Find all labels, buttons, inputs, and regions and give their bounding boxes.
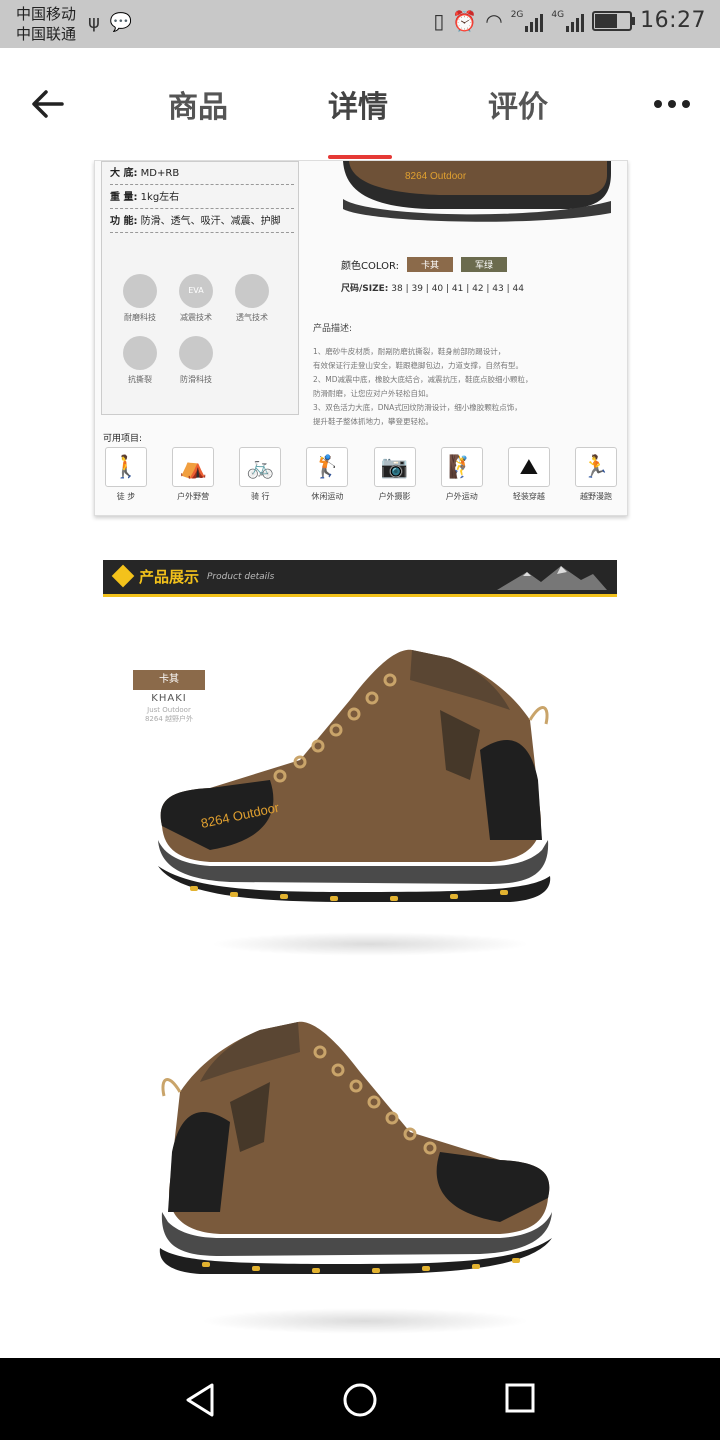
climb-icon: 🧗 xyxy=(440,447,483,487)
tab-details[interactable]: 详情 xyxy=(328,82,388,126)
shoe-shadow-2 xyxy=(200,1308,530,1334)
system-nav-bar xyxy=(0,1358,720,1440)
activity-leisure: 🏌 休闲运动 xyxy=(304,447,350,502)
spec-row-function: 功 能: 防滑、透气、吸汗、减震、护脚 xyxy=(110,212,294,233)
top-nav: 商品 详情 评价 xyxy=(0,48,720,160)
anti-slip-icon xyxy=(179,336,213,370)
status-bar: 中国移动 中国联通 ψ 💬 ▯ ⏰ ◠ 2G 4G 16:27 xyxy=(0,0,720,48)
mountain-icon xyxy=(497,566,607,590)
use-label: 可用项目: xyxy=(103,434,143,444)
nav-home-icon[interactable] xyxy=(342,1382,378,1418)
shoe-shadow-1 xyxy=(210,932,530,956)
feature-shock: EVA 减震技术 xyxy=(172,274,220,323)
vibrate-icon: ▯ xyxy=(433,8,445,33)
battery-icon xyxy=(592,10,636,31)
eva-icon: EVA xyxy=(179,274,213,308)
hiking-icon: 🚶 xyxy=(105,447,147,487)
message-icon: 💬 xyxy=(109,12,133,33)
signal-2g-icon: 2G xyxy=(511,10,544,32)
activity-trailrun: 🏃 越野漫跑 xyxy=(573,447,619,502)
usb-icon: ψ xyxy=(88,12,100,33)
more-icon[interactable] xyxy=(654,100,690,108)
bike-icon: 🚲 xyxy=(239,447,282,487)
banner-subtitle: Product details xyxy=(207,572,275,582)
activity-crossing: ⛰ 轻装穿越 xyxy=(506,447,552,502)
nav-back-icon[interactable] xyxy=(182,1382,218,1418)
wear-resist-icon xyxy=(123,274,157,308)
activity-cycling: 🚲 骑 行 xyxy=(237,447,283,502)
svg-text:8264 Outdoor: 8264 Outdoor xyxy=(405,171,467,182)
product-display-banner: 产品展示 Product details xyxy=(103,560,617,594)
activity-outdoor: 🧗 户外运动 xyxy=(439,447,485,502)
mountain-climb-icon: ⛰ xyxy=(507,447,550,487)
banner-accent-line xyxy=(103,594,617,597)
spec-row-weight: 重 量: 1kg左右 xyxy=(110,188,294,209)
carrier-1: 中国移动 xyxy=(16,5,77,23)
diamond-logo-icon xyxy=(111,564,135,588)
feature-tear: 抗撕裂 xyxy=(116,336,164,385)
clock: 16:27 xyxy=(640,8,706,33)
golf-icon: 🏌 xyxy=(306,447,349,487)
detail-content[interactable]: 大 底: MD+RB 重 量: 1kg左右 功 能: 防滑、透气、吸汗、减震、护… xyxy=(0,160,720,1358)
product-image-shoe-1: 8264 Outdoor xyxy=(158,649,551,902)
tent-icon: ⛺ xyxy=(172,447,215,487)
camera-icon: 📷 xyxy=(373,447,416,487)
description-title: 产品描述: xyxy=(313,324,353,334)
banner-title: 产品展示 xyxy=(139,568,200,586)
description-text: 1、磨砂牛皮材质，耐剐防磨抗撕裂，鞋身前部防踢设计， 有效保证行走登山安全，鞋跟… xyxy=(313,347,533,426)
color-options: 颜色COLOR: 卡其 军绿 xyxy=(341,257,507,272)
carrier-2: 中国联通 xyxy=(16,25,77,43)
shoe-image-top: 8264 Outdoor xyxy=(339,161,617,223)
spec-table: 大 底: MD+RB 重 量: 1kg左右 功 能: 防滑、透气、吸汗、减震、护… xyxy=(101,161,299,415)
activity-camping: ⛺ 户外野营 xyxy=(170,447,216,502)
wifi-icon: ◠ xyxy=(485,8,503,33)
alarm-icon: ⏰ xyxy=(452,8,478,33)
tear-resist-icon xyxy=(123,336,157,370)
spec-row-sole: 大 底: MD+RB xyxy=(110,164,294,185)
tab-reviews[interactable]: 评价 xyxy=(488,82,548,126)
color-chip-green[interactable]: 军绿 xyxy=(460,257,507,272)
activity-hiking: 🚶 徒 步 xyxy=(103,447,149,502)
breathable-icon xyxy=(235,274,269,308)
activity-list: 🚶 徒 步 ⛺ 户外野营 🚲 骑 行 🏌 休闲运动 📷 户外摄影 🧗 户外运动 ⛰ 轻装穿越 … xyxy=(103,447,619,502)
run-icon: 🏃 xyxy=(574,447,617,487)
feature-breathable: 透气技术 xyxy=(228,274,276,323)
tab-product[interactable]: 商品 xyxy=(168,82,228,126)
size-list: 尺码/SIZE: 38 | 39 | 40 | 41 | 42 | 43 | 4… xyxy=(341,284,524,294)
spec-card: 大 底: MD+RB 重 量: 1kg左右 功 能: 防滑、透气、吸汗、减震、护… xyxy=(94,160,628,516)
product-image-shoe-2 xyxy=(159,1021,552,1274)
nav-recents-icon[interactable] xyxy=(504,1382,536,1414)
active-tab-indicator xyxy=(328,155,392,159)
activity-photo: 📷 户外摄影 xyxy=(372,447,418,502)
signal-4g-icon: 4G xyxy=(551,10,585,32)
color-chip-khaki[interactable]: 卡其 xyxy=(406,257,453,272)
carrier-info: 中国移动 中国联通 xyxy=(16,4,76,44)
feature-slip: 防滑科技 xyxy=(172,336,220,385)
feature-wear: 耐磨科技 xyxy=(116,274,164,323)
